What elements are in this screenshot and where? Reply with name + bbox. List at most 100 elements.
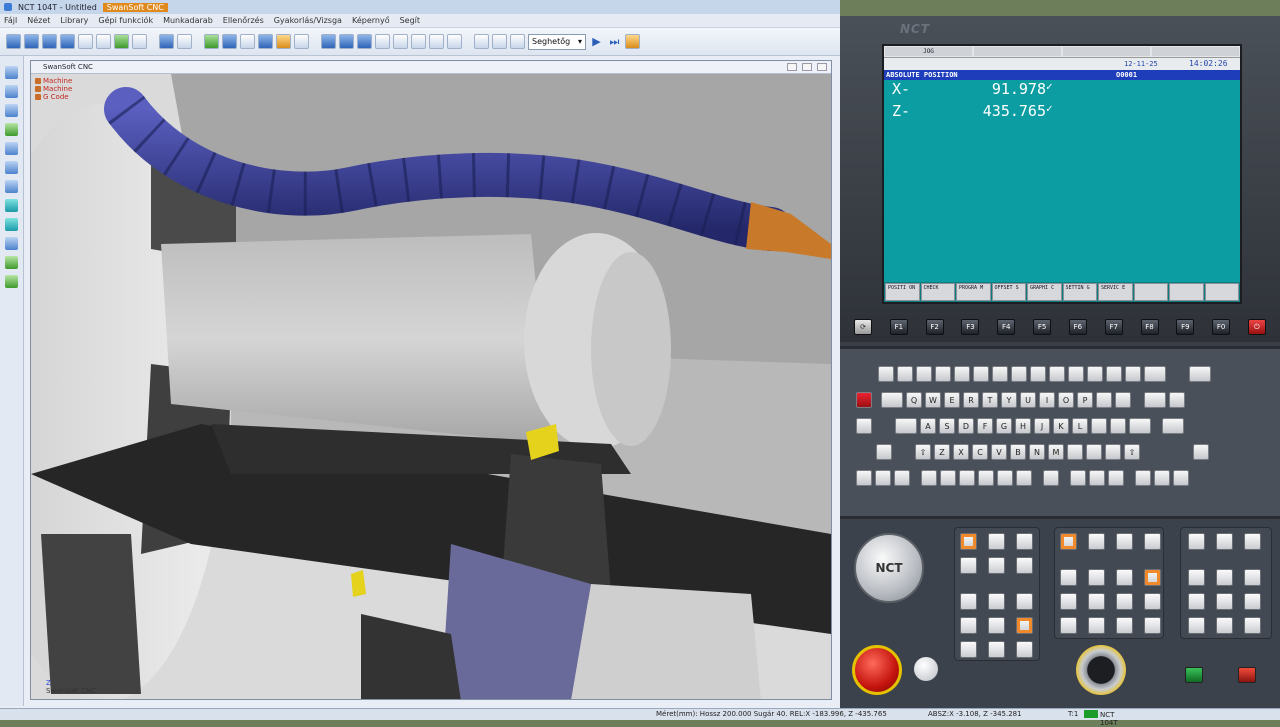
key[interactable] xyxy=(856,418,872,434)
key[interactable] xyxy=(1169,392,1185,408)
reset-icon[interactable] xyxy=(447,34,462,49)
layer-icon[interactable] xyxy=(5,218,18,231)
key-wide[interactable] xyxy=(895,418,917,434)
toggle-b-icon[interactable] xyxy=(5,275,18,288)
key-wide[interactable] xyxy=(1129,418,1151,434)
key-z[interactable]: Z xyxy=(934,444,950,460)
jog-button[interactable] xyxy=(1116,569,1133,586)
hide-part-icon[interactable] xyxy=(321,34,336,49)
key-o[interactable]: O xyxy=(1058,392,1074,408)
f3-key[interactable]: F3 xyxy=(961,319,980,335)
softkey-check[interactable]: CHECK xyxy=(920,283,955,301)
axis-button[interactable] xyxy=(1188,569,1205,586)
jog-button[interactable] xyxy=(1088,533,1105,550)
zoom-out-icon[interactable] xyxy=(42,34,57,49)
shift-key[interactable]: ⇧ xyxy=(915,444,931,460)
key[interactable] xyxy=(1125,366,1141,382)
key[interactable] xyxy=(1106,366,1122,382)
refresh-icon[interactable] xyxy=(114,34,129,49)
jog-button[interactable] xyxy=(1144,617,1161,634)
menu-screen[interactable]: Képernyő xyxy=(352,16,390,25)
key-r[interactable]: R xyxy=(963,392,979,408)
key[interactable] xyxy=(876,444,892,460)
key-s[interactable]: S xyxy=(939,418,955,434)
f4-key[interactable]: F4 xyxy=(997,319,1016,335)
jog-button[interactable] xyxy=(1088,569,1105,586)
measure-icon[interactable] xyxy=(276,34,291,49)
view-fit-icon[interactable] xyxy=(5,180,18,193)
key[interactable] xyxy=(959,470,975,486)
feed-override-knob[interactable]: NCT xyxy=(854,533,924,603)
f9-key[interactable]: F9 xyxy=(1176,319,1195,335)
key[interactable] xyxy=(1016,470,1032,486)
key-h[interactable]: H xyxy=(1015,418,1031,434)
tree-item[interactable]: G Code xyxy=(35,93,72,101)
f6-key[interactable]: F6 xyxy=(1068,319,1087,335)
view-dropdown-icon[interactable] xyxy=(177,34,192,49)
f7-key[interactable]: F7 xyxy=(1104,319,1123,335)
wire-icon[interactable] xyxy=(411,34,426,49)
axis-button[interactable] xyxy=(1244,533,1261,550)
key[interactable] xyxy=(1068,366,1084,382)
f1-key[interactable]: F1 xyxy=(889,319,908,335)
menu-practice[interactable]: Gyakorlás/Vizsga xyxy=(274,16,342,25)
mode-button[interactable] xyxy=(960,617,977,634)
mode-button[interactable] xyxy=(988,617,1005,634)
menu-machine[interactable]: Gépi funkciók xyxy=(98,16,153,25)
mode-button[interactable] xyxy=(988,593,1005,610)
key-u[interactable]: U xyxy=(1020,392,1036,408)
maximize-icon[interactable] xyxy=(802,63,812,71)
jog-button[interactable] xyxy=(1060,533,1077,550)
cycle-icon[interactable]: ⟳ xyxy=(854,319,872,335)
axis-button[interactable] xyxy=(1188,533,1205,550)
key-wide[interactable] xyxy=(1162,418,1184,434)
jog-button[interactable] xyxy=(1060,593,1077,610)
cut-icon[interactable] xyxy=(429,34,444,49)
power-icon[interactable]: ⏻ xyxy=(1247,319,1266,335)
settings-icon[interactable] xyxy=(510,34,525,49)
key[interactable] xyxy=(1089,470,1105,486)
key[interactable] xyxy=(940,470,956,486)
axis-button[interactable] xyxy=(1188,617,1205,634)
view-bottom-icon[interactable] xyxy=(5,142,18,155)
jog-button[interactable] xyxy=(1088,593,1105,610)
key-q[interactable]: Q xyxy=(906,392,922,408)
axis-button[interactable] xyxy=(1216,617,1233,634)
close-icon[interactable] xyxy=(817,63,827,71)
view-right-icon[interactable] xyxy=(5,123,18,136)
key[interactable] xyxy=(1115,392,1131,408)
menu-library[interactable]: Library xyxy=(60,16,88,25)
rotate-icon[interactable] xyxy=(96,34,111,49)
coolant-icon[interactable] xyxy=(204,34,219,49)
menu-workpiece[interactable]: Munkadarab xyxy=(163,16,213,25)
view-iso-icon[interactable] xyxy=(5,66,18,79)
key-n[interactable]: N xyxy=(1029,444,1045,460)
key[interactable] xyxy=(997,470,1013,486)
key[interactable] xyxy=(1193,444,1209,460)
key-l[interactable]: L xyxy=(1072,418,1088,434)
zoom-in-icon[interactable] xyxy=(24,34,39,49)
mode-button[interactable] xyxy=(1016,641,1033,658)
key[interactable] xyxy=(1030,366,1046,382)
key-j[interactable]: J xyxy=(1034,418,1050,434)
menu-view[interactable]: Nézet xyxy=(27,16,50,25)
view-left-icon[interactable] xyxy=(5,104,18,117)
cycle-stop-button[interactable] xyxy=(914,657,938,681)
key[interactable] xyxy=(856,470,872,486)
frame-icon[interactable] xyxy=(132,34,147,49)
mode-button[interactable] xyxy=(1016,533,1033,550)
export-icon[interactable] xyxy=(5,237,18,250)
key-a[interactable]: A xyxy=(920,418,936,434)
key[interactable] xyxy=(1173,470,1189,486)
key[interactable] xyxy=(1070,470,1086,486)
softkey-offsets[interactable]: OFFSET S xyxy=(991,283,1026,301)
emergency-stop-button[interactable] xyxy=(852,645,902,695)
jog-button[interactable] xyxy=(1144,593,1161,610)
key-k[interactable]: K xyxy=(1053,418,1069,434)
mode-button[interactable] xyxy=(1016,557,1033,574)
key-e[interactable]: E xyxy=(944,392,960,408)
softkey-service[interactable]: SERVIC E xyxy=(1098,283,1133,301)
axis-button[interactable] xyxy=(1216,593,1233,610)
reset-key[interactable] xyxy=(856,392,872,408)
key-wide[interactable] xyxy=(1144,366,1166,382)
